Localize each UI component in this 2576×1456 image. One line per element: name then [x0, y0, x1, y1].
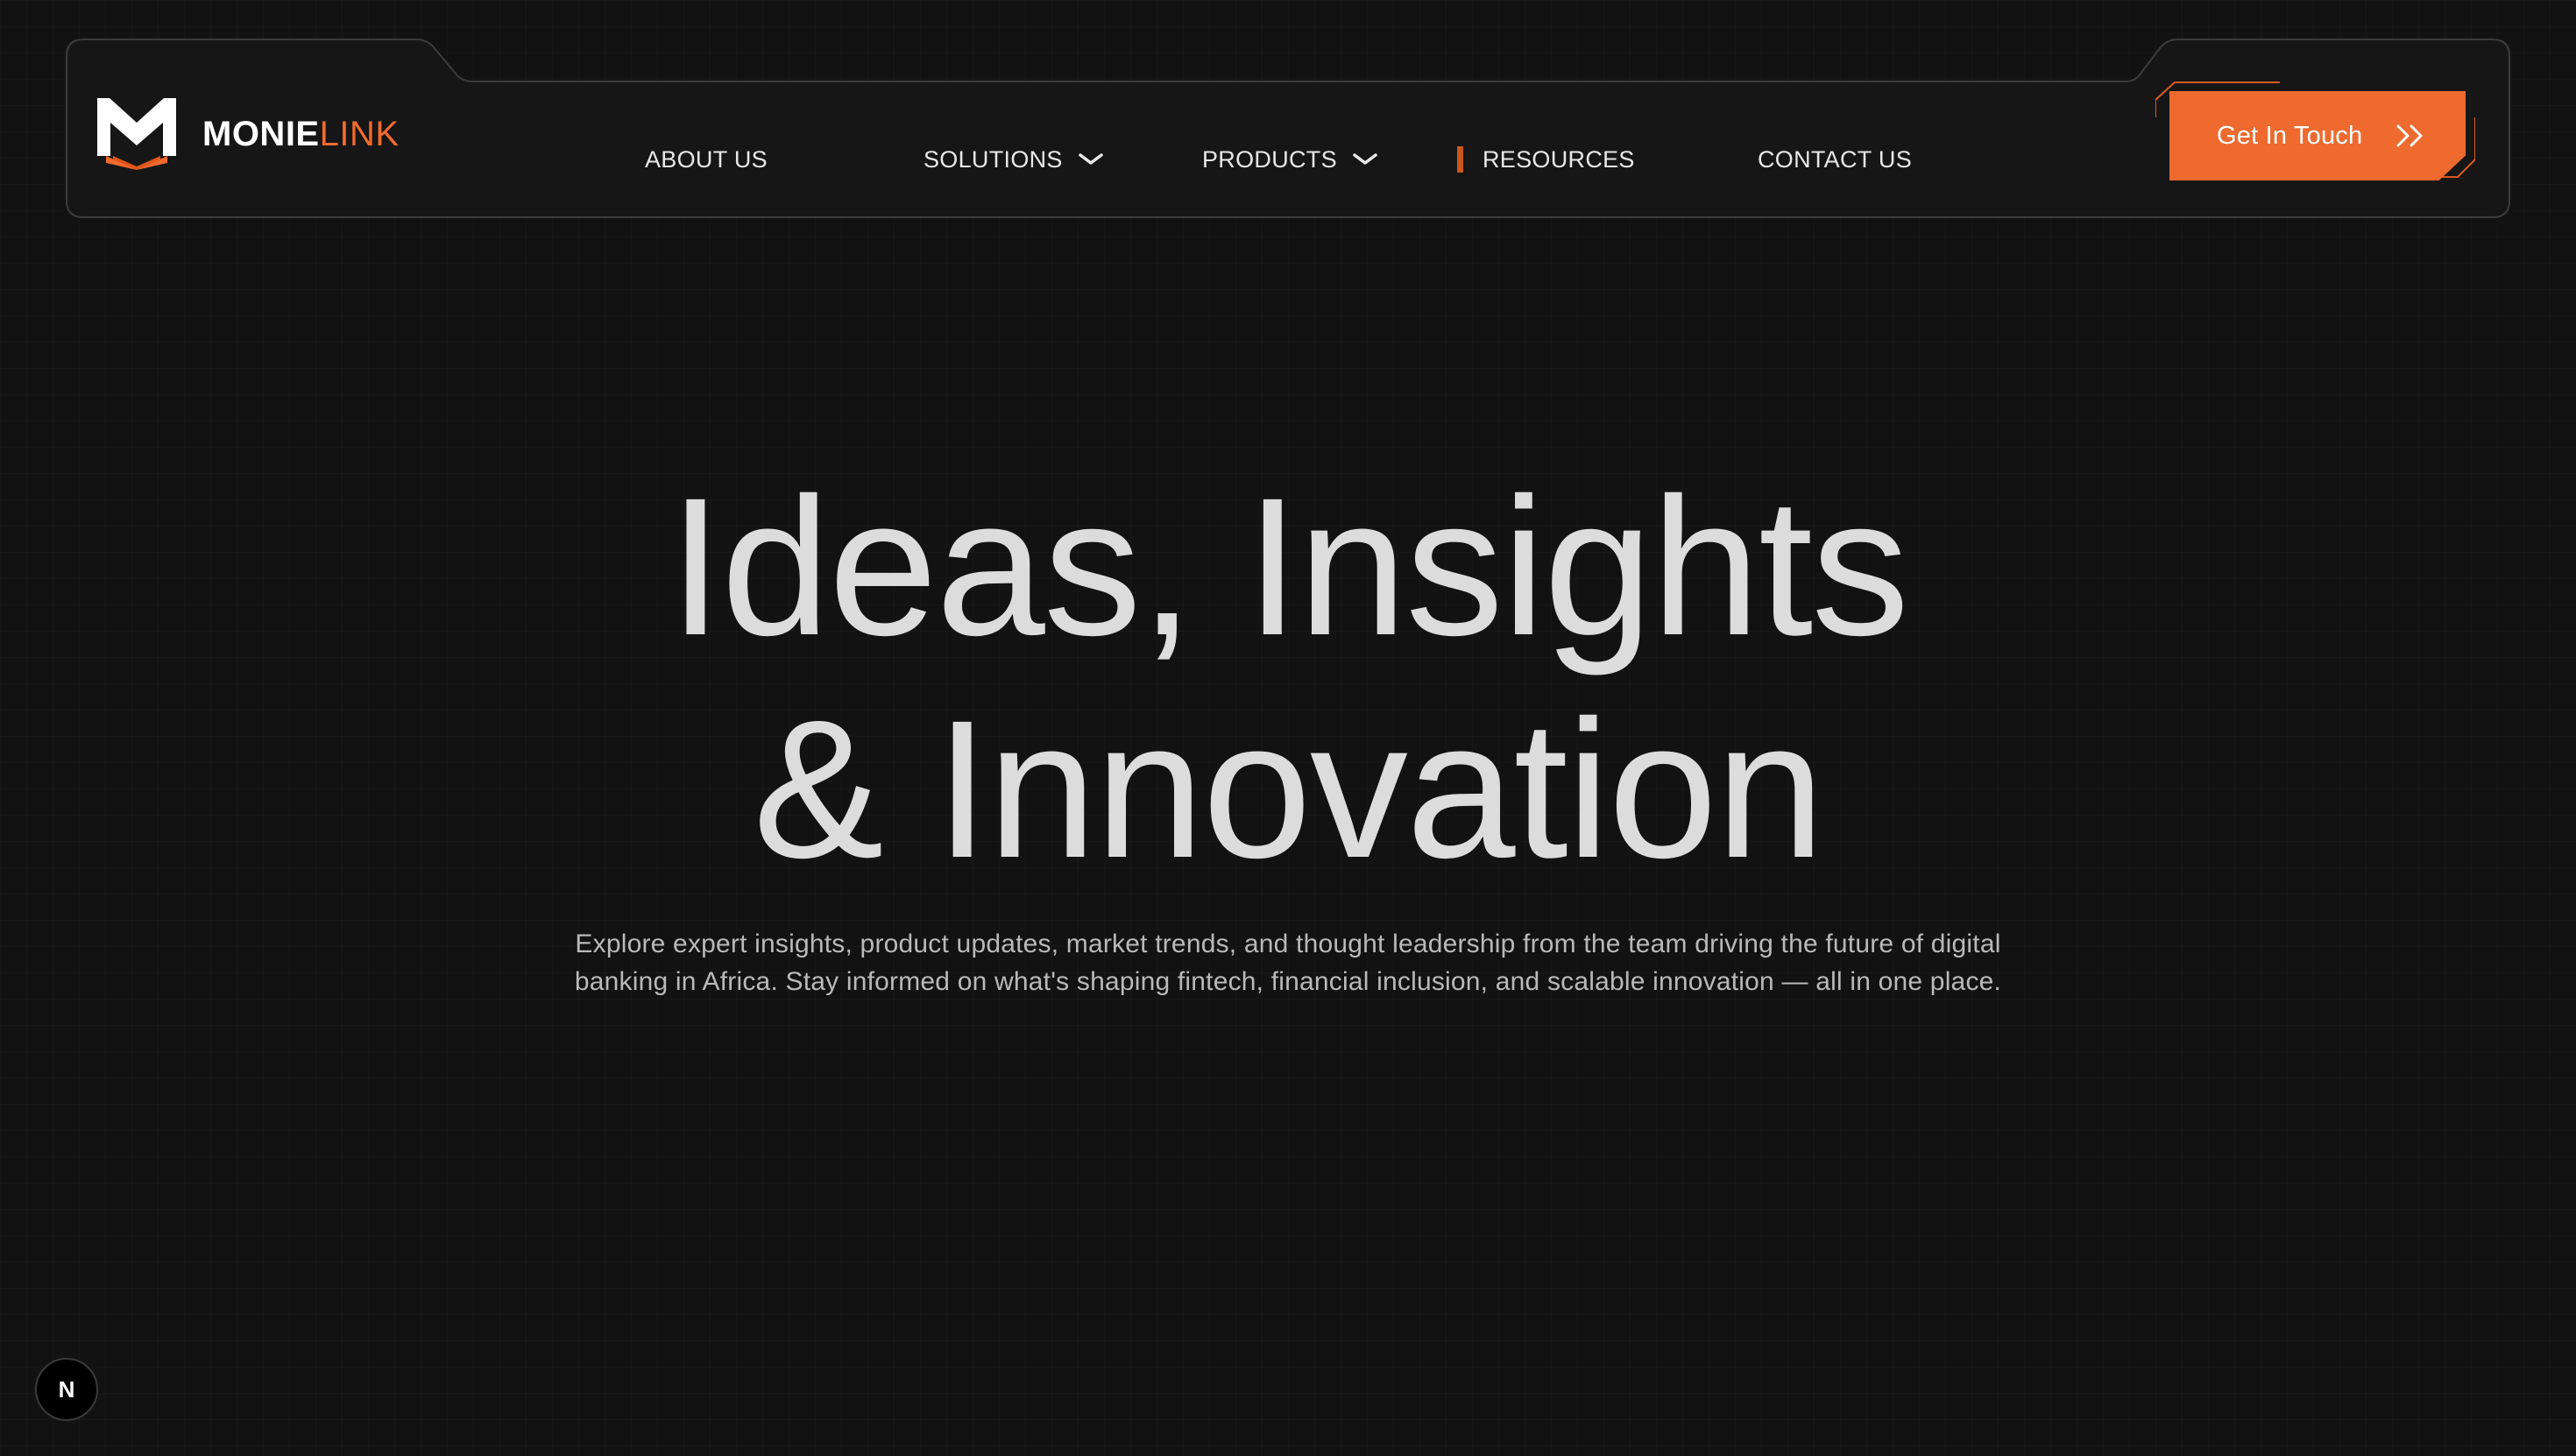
hero-subtitle: Explore expert insights, product updates…: [526, 925, 2050, 1000]
hero-title-line: & Innovation: [753, 680, 1824, 899]
nav-item-solutions[interactable]: SOLUTIONS: [924, 142, 1103, 177]
nav-item-resources[interactable]: RESOURCES: [1457, 142, 1635, 177]
get-in-touch-button[interactable]: Get In Touch: [2169, 91, 2466, 180]
cta-container: Get In Touch: [2155, 81, 2475, 194]
nav-item-label: RESOURCES: [1483, 146, 1635, 173]
site-header: MONIELINK ABOUT US SOLUTIONS PRODUCTS RE…: [66, 39, 2510, 218]
chevron-down-icon: [1353, 153, 1377, 165]
active-indicator: [1457, 146, 1463, 173]
nav-item-contact-us[interactable]: CONTACT US: [1758, 142, 1912, 177]
svg-text:N: N: [59, 1376, 75, 1403]
hero-subtitle-line: banking in Africa. Stay informed on what…: [574, 967, 2002, 996]
nav-item-products[interactable]: PRODUCTS: [1202, 142, 1377, 177]
nav-item-label: SOLUTIONS: [924, 146, 1063, 173]
hero-title-line: Ideas, Insights: [668, 457, 1909, 676]
nextjs-icon: N: [59, 1376, 75, 1403]
hero-title: Ideas, Insights & Innovation: [0, 456, 2576, 901]
nextjs-dev-badge[interactable]: N: [35, 1358, 98, 1421]
nav-item-label: PRODUCTS: [1202, 146, 1337, 173]
nav-item-label: CONTACT US: [1758, 146, 1913, 173]
cta-label: Get In Touch: [2217, 121, 2363, 150]
main-nav: ABOUT US SOLUTIONS PRODUCTS RESOURCES CO…: [66, 142, 2510, 177]
header-frame: [66, 39, 2510, 218]
hero-subtitle-line: Explore expert insights, product updates…: [575, 929, 2001, 958]
nav-item-label: ABOUT US: [645, 146, 768, 173]
nav-item-about-us[interactable]: ABOUT US: [645, 142, 768, 177]
double-chevron-right-icon: [2396, 124, 2423, 147]
chevron-down-icon: [1078, 153, 1103, 165]
